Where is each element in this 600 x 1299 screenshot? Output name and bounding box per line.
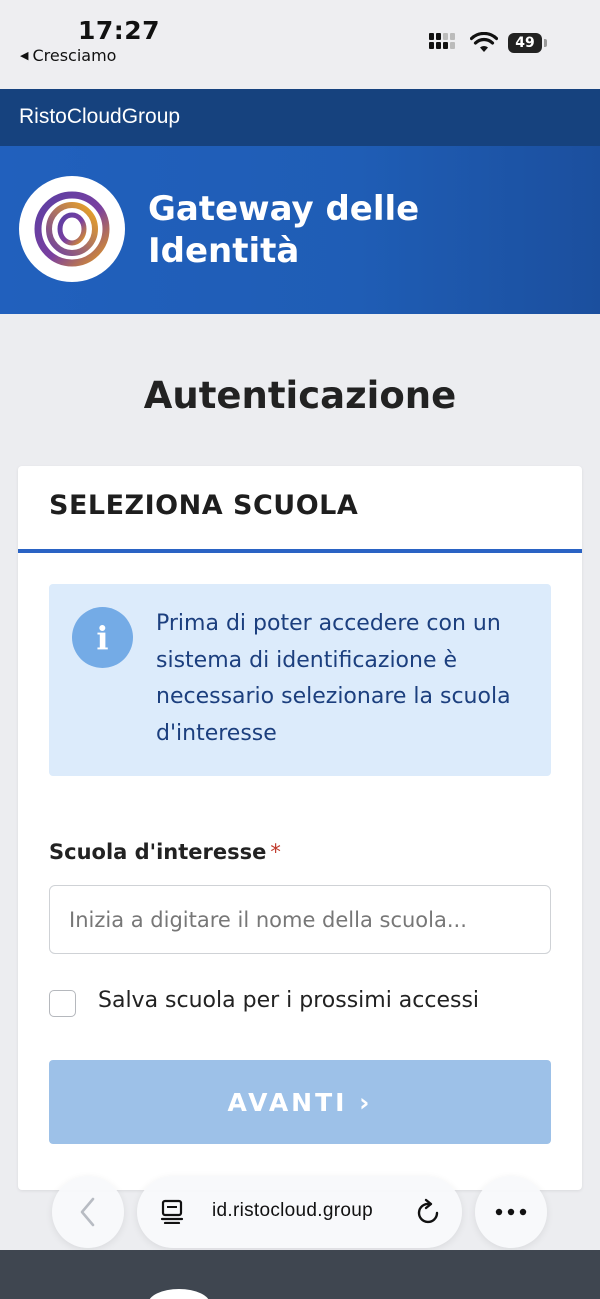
info-icon: i bbox=[72, 607, 133, 668]
battery-level: 49 bbox=[515, 35, 535, 51]
hero-title-line1: Gateway delle bbox=[148, 189, 420, 229]
back-to-app-link[interactable]: ◀ Cresciamo bbox=[20, 46, 116, 65]
chevron-left-icon bbox=[80, 1197, 95, 1227]
school-field-label: Scuola d'interesse * bbox=[49, 840, 281, 864]
address-bar-url[interactable]: id.ristocloud.group bbox=[212, 1200, 373, 1222]
reader-mode-icon[interactable] bbox=[160, 1198, 186, 1224]
back-app-label: Cresciamo bbox=[32, 46, 117, 65]
card-header-title: SELEZIONA SCUOLA bbox=[49, 490, 359, 521]
school-search-input[interactable] bbox=[49, 885, 551, 954]
cellular-signal-icon bbox=[429, 33, 455, 49]
status-time: 17:27 bbox=[78, 16, 161, 45]
brand-bar: RistoCloudGroup bbox=[0, 89, 600, 146]
school-field-label-text: Scuola d'interesse bbox=[49, 840, 267, 864]
battery-cap bbox=[544, 39, 547, 47]
browser-back-button[interactable] bbox=[52, 1176, 124, 1248]
hero-title: Gateway delle Identità bbox=[148, 188, 419, 272]
status-bar: 17:27 ◀ Cresciamo 49 bbox=[0, 0, 600, 89]
page-footer-strip bbox=[0, 1250, 600, 1299]
info-text: Prima di poter accedere con un sistema d… bbox=[156, 611, 511, 746]
required-marker: * bbox=[270, 840, 281, 864]
gateway-logo-icon bbox=[19, 176, 125, 282]
back-triangle-icon: ◀ bbox=[20, 49, 29, 62]
page-title: Autenticazione bbox=[143, 374, 457, 417]
brand-name: RistoCloudGroup bbox=[19, 105, 181, 128]
browser-more-button[interactable] bbox=[475, 1176, 547, 1248]
wifi-icon bbox=[470, 32, 498, 52]
reload-icon[interactable] bbox=[414, 1198, 442, 1226]
card-header: SELEZIONA SCUOLA bbox=[18, 466, 582, 553]
more-icon bbox=[495, 1208, 527, 1216]
address-bar[interactable]: id.ristocloud.group bbox=[137, 1176, 462, 1248]
battery-icon: 49 bbox=[508, 33, 542, 53]
school-select-card: SELEZIONA SCUOLA i Prima di poter accede… bbox=[18, 466, 582, 1190]
info-alert: i Prima di poter accedere con un sistema… bbox=[49, 584, 551, 776]
hero-title-line2: Identità bbox=[148, 231, 300, 271]
next-button[interactable]: AVANTI › bbox=[49, 1060, 551, 1144]
save-school-checkbox-label[interactable]: Salva scuola per i prossimi accessi bbox=[98, 988, 479, 1013]
hero-banner: Gateway delle Identità bbox=[0, 146, 600, 314]
save-school-checkbox[interactable] bbox=[49, 990, 76, 1017]
